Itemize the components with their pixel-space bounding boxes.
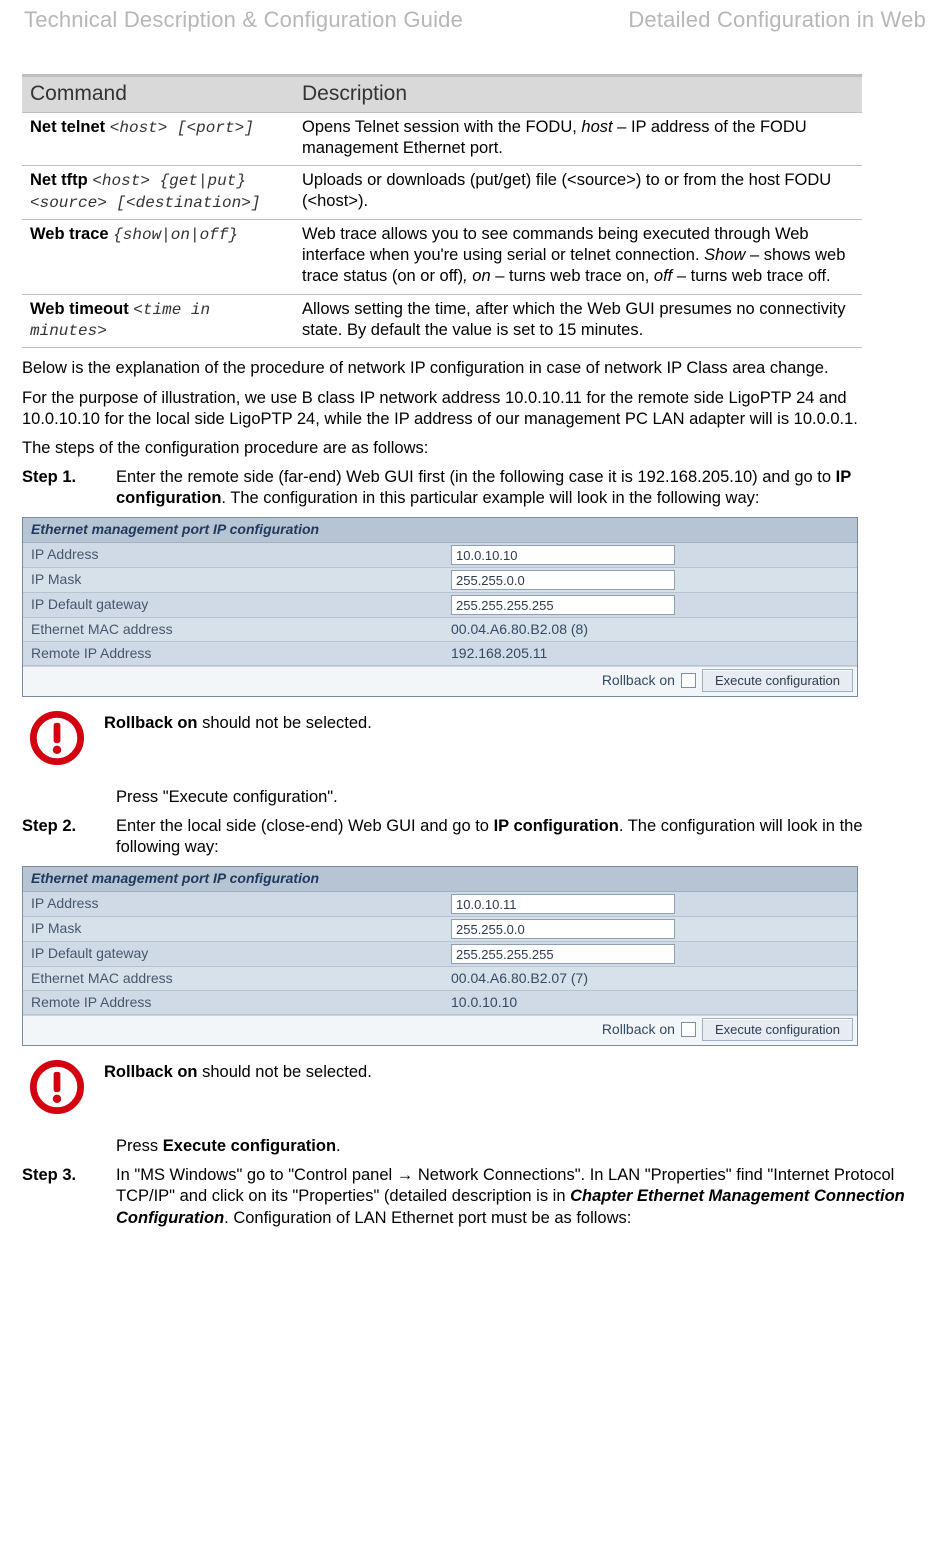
table-row: Net tftp <host> {get|put} <source> [<des…	[22, 166, 862, 220]
rollback-checkbox[interactable]	[681, 1022, 696, 1037]
warning-icon	[30, 1060, 84, 1114]
warning-icon	[30, 711, 84, 765]
table-row: Web timeout <time in minutes> Allows set…	[22, 294, 862, 348]
ip-config-panel-remote: Ethernet management port IP configuratio…	[22, 517, 858, 697]
step-3: Step 3. In "MS Windows" go to "Control p…	[22, 1165, 928, 1228]
panel-title: Ethernet management port IP configuratio…	[23, 867, 857, 892]
ip-mask-input[interactable]	[451, 919, 675, 939]
rollback-label: Rollback on	[602, 1021, 675, 1039]
mac-address-value: 00.04.A6.80.B2.08 (8)	[451, 621, 849, 639]
mac-address-value: 00.04.A6.80.B2.07 (7)	[451, 970, 849, 988]
step-1: Step 1. Enter the remote side (far-end) …	[22, 467, 928, 509]
remote-ip-value: 10.0.10.10	[451, 994, 849, 1012]
rollback-label: Rollback on	[602, 672, 675, 690]
th-description: Description	[294, 76, 862, 113]
paragraph: Below is the explanation of the procedur…	[22, 358, 928, 379]
paragraph: For the purpose of illustration, we use …	[22, 388, 928, 430]
running-header: Technical Description & Configuration Gu…	[22, 6, 928, 34]
remote-ip-value: 192.168.205.11	[451, 645, 849, 663]
press-instruction: Press "Execute configuration".	[116, 787, 928, 808]
warning-callout: Rollback on should not be selected.	[22, 1060, 928, 1114]
execute-configuration-button[interactable]: Execute configuration	[702, 669, 853, 692]
th-command: Command	[22, 76, 294, 113]
ip-address-input[interactable]	[451, 894, 675, 914]
execute-configuration-button[interactable]: Execute configuration	[702, 1018, 853, 1041]
step-2: Step 2. Enter the local side (close-end)…	[22, 816, 928, 858]
ip-gateway-input[interactable]	[451, 595, 675, 615]
header-left: Technical Description & Configuration Gu…	[24, 6, 463, 34]
table-row: Web trace {show|on|off} Web trace allows…	[22, 220, 862, 294]
paragraph: The steps of the configuration procedure…	[22, 438, 928, 459]
warning-callout: Rollback on should not be selected.	[22, 711, 928, 765]
ip-gateway-input[interactable]	[451, 944, 675, 964]
rollback-checkbox[interactable]	[681, 673, 696, 688]
ip-mask-input[interactable]	[451, 570, 675, 590]
command-table: Command Description Net telnet <host> [<…	[22, 74, 862, 348]
press-instruction: Press Execute configuration.	[116, 1136, 928, 1157]
panel-title: Ethernet management port IP configuratio…	[23, 518, 857, 543]
header-right: Detailed Configuration in Web	[628, 6, 926, 34]
ip-config-panel-local: Ethernet management port IP configuratio…	[22, 866, 858, 1046]
ip-address-input[interactable]	[451, 545, 675, 565]
table-row: Net telnet <host> [<port>] Opens Telnet …	[22, 113, 862, 166]
